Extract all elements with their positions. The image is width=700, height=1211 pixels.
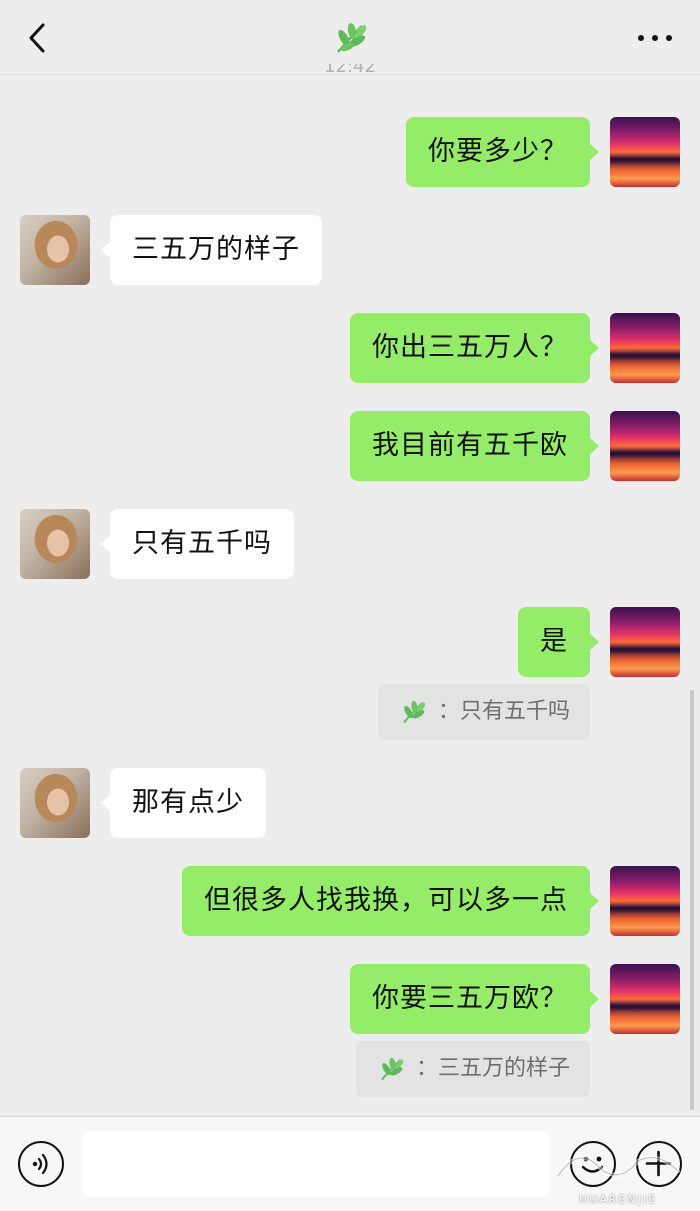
message-text: 三五万的样子 (132, 234, 300, 265)
message-text: 那有点少 (132, 787, 244, 818)
more-dot (638, 35, 644, 41)
message-row: 是 (0, 607, 700, 677)
more-dot (666, 35, 672, 41)
leaf-icon (403, 700, 426, 724)
avatar[interactable] (20, 509, 90, 579)
scrollbar[interactable] (690, 690, 694, 1110)
message-row: 我目前有五千欧 (0, 411, 700, 481)
emoji-button[interactable] (570, 1141, 616, 1187)
message-bubble[interactable]: 只有五千吗 (101, 509, 294, 579)
message-bubble[interactable]: 你要三五万欧？ (350, 964, 599, 1034)
plus-button[interactable] (636, 1141, 682, 1187)
message-bubble[interactable]: 那有点少 (101, 768, 266, 838)
voice-button[interactable] (18, 1141, 64, 1187)
message-bubble[interactable]: 你出三五万人？ (350, 313, 599, 383)
message-text: 你要三五万欧？ (372, 983, 568, 1014)
message-row: 三五万的样子 (0, 215, 700, 285)
message-text: 只有五千吗 (132, 528, 272, 559)
message-bubble[interactable]: 我目前有五千欧 (350, 411, 599, 481)
message-text: 是 (540, 626, 568, 657)
emoji-icon (581, 1156, 604, 1173)
voice-icon (32, 1153, 48, 1175)
avatar[interactable] (610, 117, 680, 187)
message-text: 我目前有五千欧 (372, 430, 568, 461)
avatar[interactable] (20, 768, 90, 838)
leaf-icon (337, 23, 367, 53)
avatar[interactable] (20, 215, 90, 285)
avatar[interactable] (610, 313, 680, 383)
avatar[interactable] (610, 866, 680, 936)
message-row: 但很多人找我换，可以多一点 (0, 866, 700, 936)
message-bubble[interactable]: 三五万的样子 (101, 215, 322, 285)
message-row: 你出三五万人？ (0, 313, 700, 383)
chat-area: 你要多少？ 三五万的样子 你出三五万人？ 我目前有五千欧 只有五千吗 是 ：只有… (0, 76, 700, 1116)
avatar[interactable] (610, 411, 680, 481)
quoted-reply[interactable]: ：三五万的样子 (355, 1041, 590, 1097)
message-input[interactable] (82, 1131, 550, 1197)
message-text: 你要多少？ (428, 136, 568, 167)
message-bubble[interactable]: 但很多人找我换，可以多一点 (182, 866, 599, 936)
avatar[interactable] (610, 607, 680, 677)
more-button[interactable] (638, 26, 672, 50)
message-text: 你出三五万人？ (372, 332, 568, 363)
input-bar (0, 1116, 700, 1211)
message-row: 那有点少 (0, 768, 700, 838)
more-dot (652, 35, 658, 41)
quote-text: ：只有五千吗 (437, 699, 570, 724)
message-row: 你要三五万欧？ (0, 964, 700, 1034)
quoted-reply[interactable]: ：只有五千吗 (377, 684, 590, 740)
avatar[interactable] (610, 964, 680, 1034)
quote-text: ：三五万的样子 (415, 1056, 570, 1081)
message-bubble[interactable]: 是 (518, 607, 599, 677)
message-row: 只有五千吗 (0, 509, 700, 579)
chevron-left-icon (29, 23, 45, 53)
back-button[interactable] (20, 20, 54, 56)
plus-icon (645, 1150, 672, 1177)
message-bubble[interactable]: 你要多少？ (406, 117, 599, 187)
message-row: 你要多少？ (0, 117, 700, 187)
leaf-icon (381, 1057, 404, 1081)
message-text: 但很多人找我换，可以多一点 (204, 885, 568, 916)
